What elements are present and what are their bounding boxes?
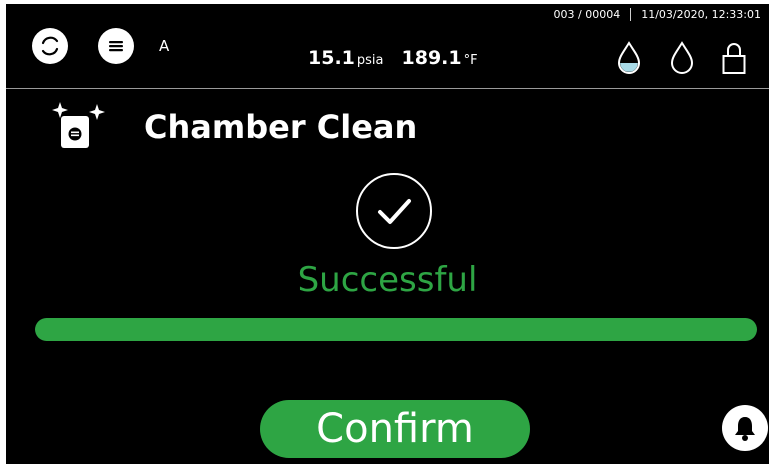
temperature-unit: °F: [463, 53, 478, 68]
cycle-counter: 003 / 00004: [553, 8, 621, 21]
menu-button[interactable]: [98, 28, 134, 64]
header-divider: [6, 88, 769, 89]
page-title: Chamber Clean: [144, 108, 418, 146]
progress-fill: [35, 318, 757, 341]
lock-icon: [722, 43, 746, 74]
temperature-readout: 189.1 °F: [402, 47, 478, 69]
pressure-value: 15.1: [308, 47, 355, 69]
refresh-icon: [41, 36, 59, 56]
progress-bar: [35, 318, 757, 341]
bell-icon: [735, 417, 755, 441]
chamber-clean-icon: [52, 102, 105, 148]
user-label: A: [159, 37, 170, 55]
datetime: 11/03/2020, 12:33:01: [641, 8, 761, 21]
checkmark-circle-icon: [356, 173, 432, 249]
water-drop-filled-icon: [617, 41, 641, 74]
readouts: 15.1 psia 189.1 °F: [308, 47, 478, 69]
temperature-value: 189.1: [401, 47, 462, 69]
result-status: Successful: [297, 260, 478, 300]
confirm-button[interactable]: Confirm: [260, 400, 530, 458]
status-info: 003 / 00004 11/03/2020, 12:33:01: [554, 8, 761, 21]
device-screen: A 003 / 00004 11/03/2020, 12:33:01 15.1 p…: [6, 4, 769, 464]
notifications-button[interactable]: [722, 405, 768, 451]
info-separator: [630, 8, 632, 21]
pressure-readout: 15.1 psia: [308, 47, 384, 69]
menu-icon: [109, 41, 123, 52]
pressure-unit: psia: [356, 53, 384, 68]
water-drop-outline-icon: [670, 41, 694, 74]
refresh-button[interactable]: [32, 28, 68, 64]
